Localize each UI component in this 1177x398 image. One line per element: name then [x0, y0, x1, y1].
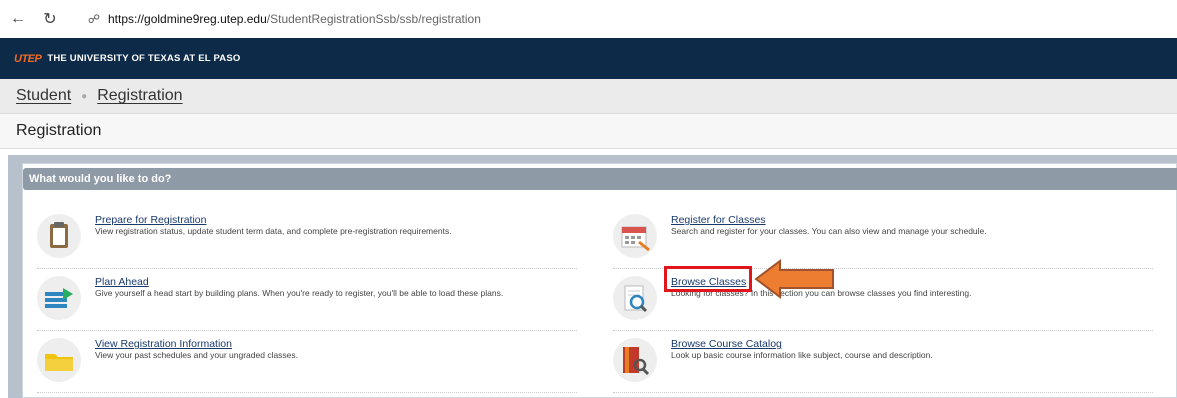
magnifier-document-icon [613, 276, 657, 320]
site-banner: UTEP THE UNIVERSITY OF TEXAS AT EL PASO [0, 38, 1177, 79]
option-view-registration-info: View Registration Information View your … [37, 332, 577, 393]
page-title-bar: Registration [0, 113, 1177, 149]
plan-ahead-desc: Give yourself a head start by building p… [95, 288, 504, 298]
options-panel: What would you like to do? Prepare for R… [22, 163, 1177, 398]
catalog-icon [613, 338, 657, 382]
option-browse-course-catalog: Browse Course Catalog Look up basic cour… [613, 332, 1153, 393]
plan-icon [37, 276, 81, 320]
option-prepare-registration: Prepare for Registration View registrati… [37, 208, 577, 269]
view-registration-info-link[interactable]: View Registration Information [95, 338, 232, 350]
lock-icon: ☍ [87, 12, 101, 26]
back-icon[interactable]: ← [4, 10, 32, 28]
option-plan-ahead: Plan Ahead Give yourself a head start by… [37, 270, 577, 331]
breadcrumb-separator: ● [81, 90, 88, 102]
university-name: THE UNIVERSITY OF TEXAS AT EL PASO [47, 53, 241, 64]
url-path: /StudentRegistrationSsb/ssb/registration [266, 12, 481, 26]
address-bar[interactable]: ☍ https://goldmine9reg.utep.edu/StudentR… [86, 6, 1171, 32]
breadcrumb-student[interactable]: Student [16, 87, 71, 105]
panel-header: What would you like to do? [23, 168, 1177, 190]
plan-ahead-link[interactable]: Plan Ahead [95, 276, 149, 288]
highlight-box [664, 266, 752, 292]
page-title: Registration [16, 122, 102, 139]
browse-course-catalog-desc: Look up basic course information like su… [671, 350, 933, 360]
clipboard-icon [37, 214, 81, 258]
prepare-registration-link[interactable]: Prepare for Registration [95, 214, 206, 226]
browse-course-catalog-link[interactable]: Browse Course Catalog [671, 338, 782, 350]
view-registration-info-desc: View your past schedules and your ungrad… [95, 350, 299, 360]
register-classes-desc: Search and register for your classes. Yo… [671, 226, 987, 236]
browser-toolbar: ← ↻ ☍ https://goldmine9reg.utep.edu/Stud… [0, 0, 1177, 39]
main-content: What would you like to do? Prepare for R… [8, 155, 1177, 398]
calendar-icon [613, 214, 657, 258]
url-host: https://goldmine9reg.utep.edu [108, 12, 267, 26]
option-register-classes: Register for Classes Search and register… [613, 208, 1153, 269]
pointer-arrow-icon [754, 259, 834, 299]
breadcrumb-registration[interactable]: Registration [97, 87, 182, 105]
prepare-registration-desc: View registration status, update student… [95, 226, 452, 236]
folder-icon [37, 338, 81, 382]
breadcrumb: Student ● Registration [0, 79, 1177, 113]
reload-icon[interactable]: ↻ [36, 9, 64, 29]
register-classes-link[interactable]: Register for Classes [671, 214, 766, 226]
utep-logo[interactable]: UTEP [14, 53, 42, 65]
